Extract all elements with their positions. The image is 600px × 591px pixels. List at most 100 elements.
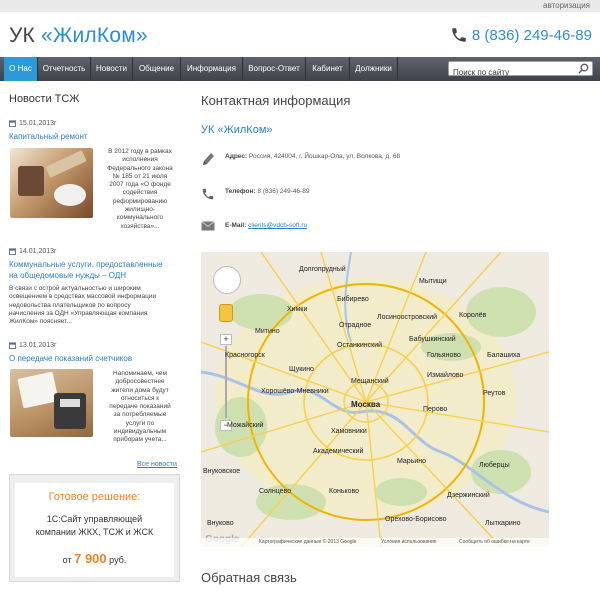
news-date-text: 13.01.2013г bbox=[19, 342, 57, 349]
email-link[interactable]: clients@vdcb-soft.ru bbox=[248, 222, 307, 229]
news-title-link[interactable]: Коммунальные услуги, предоставленные на … bbox=[9, 259, 163, 281]
map-label: Щукино bbox=[289, 366, 314, 373]
map-copyright: Картографические данные © 2013 Google bbox=[259, 539, 357, 545]
company-name: УК «ЖилКом» bbox=[201, 124, 273, 136]
nav-debtors[interactable]: Должники bbox=[350, 57, 398, 81]
news-title-line: Коммунальные услуги, предоставленные bbox=[9, 260, 163, 269]
map-label: Люберцы bbox=[479, 462, 510, 469]
news-date: 15.01.2013г bbox=[9, 120, 57, 127]
excerpt-line: приборам учета... bbox=[113, 436, 167, 444]
nav-news[interactable]: Новости bbox=[91, 57, 133, 81]
auth-link[interactable]: авторизация bbox=[543, 1, 590, 10]
search-icon[interactable] bbox=[578, 63, 589, 74]
map-label: Коньково bbox=[329, 488, 360, 495]
map-label: Останкинский bbox=[337, 342, 383, 349]
nav-about[interactable]: О Нас bbox=[4, 57, 38, 81]
excerpt-line: реформированию bbox=[112, 197, 168, 205]
map-label: Хамовники bbox=[331, 428, 367, 435]
map-label: Орехово-Борисово bbox=[385, 516, 447, 523]
map-label: Можайский bbox=[227, 422, 264, 429]
excerpt-line: добросовестнее bbox=[115, 378, 165, 386]
excerpt-line: начисления за ОДН «Управляющая компания bbox=[9, 309, 148, 317]
google-map[interactable]: + − Долгопрудный Мытищи Химки Бибирево О… bbox=[201, 252, 549, 547]
price-amount: 7 900 bbox=[74, 551, 107, 566]
excerpt-line: коммунального bbox=[116, 214, 164, 222]
map-label: Лыткарино bbox=[485, 520, 521, 527]
all-news-link[interactable]: Все новости bbox=[137, 461, 177, 468]
map-label: Гольяново bbox=[427, 352, 461, 359]
promo-banner[interactable]: Готовое решение: 1С:Сайт управляющей ком… bbox=[9, 474, 180, 582]
excerpt-line: услуги по bbox=[125, 419, 155, 427]
map-footer: Картографические данные © 2013 Google Ус… bbox=[201, 538, 549, 547]
price-prefix: от bbox=[62, 555, 72, 565]
news-date-text: 15.01.2013г bbox=[19, 120, 57, 127]
map-city-label: Москва bbox=[351, 400, 381, 409]
news-excerpt: В 2012 году в рамках исполнения Федераль… bbox=[101, 148, 179, 231]
map-label: Митино bbox=[255, 328, 280, 335]
calendar-icon bbox=[9, 120, 16, 127]
paint-can-icon bbox=[18, 166, 44, 196]
map-label: Мещанский bbox=[351, 378, 389, 385]
excerpt-line: № 185 от 21 июля bbox=[112, 172, 168, 180]
brush-icon bbox=[45, 150, 87, 178]
excerpt-line: Федерального закона bbox=[107, 164, 173, 172]
nav-information[interactable]: Информация bbox=[181, 57, 243, 81]
map-label: Долгопрудный bbox=[299, 266, 346, 273]
envelope-icon bbox=[201, 221, 215, 231]
address-value: Россия, 424004, г. Йошкар-Ола, ул. Волко… bbox=[248, 153, 401, 160]
search-input[interactable] bbox=[449, 66, 575, 79]
calendar-icon bbox=[9, 248, 16, 255]
excerpt-line: ЖилКом» поясняет... bbox=[9, 318, 72, 326]
map-label: Бибирево bbox=[337, 296, 369, 303]
news-thumbnail-repair[interactable] bbox=[10, 148, 93, 218]
map-label: Дзержинский bbox=[447, 492, 490, 499]
site-logo[interactable]: УК «ЖилКом» bbox=[9, 24, 148, 48]
excerpt-line: хозяйства»... bbox=[120, 222, 160, 230]
phone-label: Телефон: bbox=[225, 188, 256, 195]
map-report-link[interactable]: Сообщить об ошибке на карте bbox=[459, 538, 530, 547]
excerpt-line: жители дома будут bbox=[111, 386, 169, 394]
excerpt-line: В 2012 году в рамках bbox=[108, 148, 172, 155]
map-label: Солнцево bbox=[259, 488, 292, 495]
news-thumbnail-meter[interactable] bbox=[10, 369, 93, 437]
map-label: Перово bbox=[423, 406, 448, 413]
contacts-title: Контактная информация bbox=[201, 93, 351, 108]
news-title-link[interactable]: О передаче показаний счетчиков bbox=[9, 353, 132, 364]
promo-body: 1С:Сайт управляющей компании ЖКХ, ТСЖ и … bbox=[15, 513, 174, 539]
paint-icon bbox=[54, 184, 86, 206]
map-label: Измайлово bbox=[427, 372, 464, 379]
news-title-link[interactable]: Капитальный ремонт bbox=[9, 131, 88, 142]
zoom-in-button[interactable]: + bbox=[220, 334, 232, 345]
promo-card: Готовое решение: 1С:Сайт управляющей ком… bbox=[15, 483, 174, 577]
map-label: Балашиха bbox=[487, 352, 521, 359]
phone-number[interactable]: 8 (836) 249-46-89 bbox=[472, 27, 592, 44]
email-label: E-Mail: bbox=[225, 222, 247, 229]
park-area bbox=[471, 450, 531, 494]
nav-communication[interactable]: Общение bbox=[133, 57, 181, 81]
logo-brand: «ЖилКом» bbox=[41, 24, 148, 47]
map-pan-control[interactable] bbox=[213, 266, 241, 294]
excerpt-line: содействия bbox=[122, 189, 158, 197]
map-label: Внуковское bbox=[203, 468, 241, 475]
map-label: Красногорск bbox=[225, 352, 265, 359]
news-title-line: на общедомовые нужды – ОДН bbox=[9, 271, 127, 280]
nav-cabinet[interactable]: Кабинет bbox=[306, 57, 350, 81]
top-strip: авторизация bbox=[0, 0, 600, 12]
contact-address: Адрес: Россия, 424004, г. Йошкар-Ола, ул… bbox=[225, 153, 400, 160]
map-label: Внуково bbox=[207, 520, 234, 527]
phone-value[interactable]: 8 (836) 249-46-89 bbox=[257, 188, 309, 195]
feedback-title: Обратная связь bbox=[201, 570, 297, 585]
contact-phone: Телефон: 8 (836) 249-46-89 bbox=[225, 188, 309, 195]
contact-email: E-Mail: clients@vdcb-soft.ru bbox=[225, 222, 307, 229]
excerpt-line: освещением в средствах массовой информац… bbox=[9, 293, 157, 301]
park-area bbox=[229, 294, 293, 330]
nav-reports[interactable]: Отчетность bbox=[38, 57, 91, 81]
nav-faq[interactable]: Вопрос-Ответ bbox=[243, 57, 306, 81]
header-phone: 8 (836) 249-46-89 bbox=[450, 26, 592, 44]
news-date: 14.01.2013г bbox=[9, 248, 57, 255]
map-terms-link[interactable]: Условия использования bbox=[381, 538, 437, 547]
news-section-title: Новости ТСЖ bbox=[9, 93, 80, 105]
address-label: Адрес: bbox=[225, 153, 248, 160]
promo-line: 1С:Сайт управляющей bbox=[46, 514, 143, 524]
pegman-icon[interactable] bbox=[219, 304, 233, 322]
